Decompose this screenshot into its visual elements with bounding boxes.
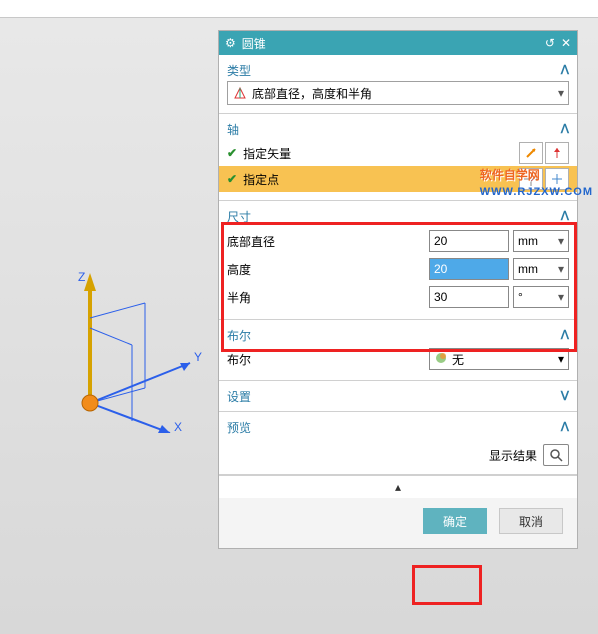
button-bar: 确定 取消 (219, 498, 577, 548)
section-dimensions: 尺寸 ᐱ 底部直径 mm▾ 高度 mm▾ 半角 °▾ (219, 201, 577, 320)
section-type: 类型 ᐱ 底部直径，高度和半角 ▾ (219, 55, 577, 114)
close-icon[interactable]: ✕ (561, 36, 571, 50)
show-result-button[interactable] (543, 444, 569, 466)
section-settings: 设置 ᐯ (219, 381, 577, 412)
bool-select[interactable]: 无 ▾ (429, 348, 569, 370)
cone-type-icon (232, 86, 248, 100)
cone-dialog: ⚙ 圆锥 ↺ ✕ 类型 ᐱ 底部直径，高度和半角 ▾ 轴 ᐱ ✔ 指定矢量 (218, 30, 578, 549)
axes-widget: X Y Z (40, 263, 220, 433)
vector-picker-button[interactable] (519, 142, 543, 164)
check-icon: ✔ (227, 146, 237, 160)
section-head-settings[interactable]: 设置 ᐯ (227, 385, 569, 407)
caret-up-icon: ᐱ (561, 122, 569, 136)
caret-down-icon: ᐯ (561, 389, 569, 403)
axis-x-label: X (174, 420, 182, 433)
ok-button[interactable]: 确定 (423, 508, 487, 534)
height-unit-select[interactable]: mm▾ (513, 258, 569, 280)
gear-icon: ⚙ (225, 36, 236, 50)
section-head-preview[interactable]: 预览 ᐱ (227, 416, 569, 438)
axis-y-label: Y (194, 350, 202, 364)
chevron-down-icon: ▾ (558, 86, 564, 100)
chevron-down-icon: ▾ (558, 352, 564, 366)
dim-row-height: 高度 mm▾ (227, 255, 569, 283)
point-picker-button[interactable] (519, 168, 543, 190)
cancel-button[interactable]: 取消 (499, 508, 563, 534)
none-icon (434, 351, 448, 368)
diameter-input[interactable] (429, 230, 509, 252)
dim-row-halfangle: 半角 °▾ (227, 283, 569, 311)
dim-row-diameter: 底部直径 mm▾ (227, 227, 569, 255)
axis-vector-row[interactable]: ✔ 指定矢量 (227, 140, 569, 166)
section-boolean: 布尔 ᐱ 布尔 无 ▾ (219, 320, 577, 381)
expand-footer[interactable]: ▴ (219, 475, 577, 498)
diameter-unit-select[interactable]: mm▾ (513, 230, 569, 252)
axis-z-label: Z (78, 270, 85, 284)
section-head-bool[interactable]: 布尔 ᐱ (227, 324, 569, 346)
section-preview: 预览 ᐱ 显示结果 (219, 412, 577, 475)
axis-point-row[interactable]: ✔ 指定点 (219, 166, 577, 192)
section-head-type[interactable]: 类型 ᐱ (227, 59, 569, 81)
vector-flip-button[interactable] (545, 142, 569, 164)
section-head-axis[interactable]: 轴 ᐱ (227, 118, 569, 140)
caret-up-icon: ᐱ (561, 63, 569, 77)
halfangle-unit-select[interactable]: °▾ (513, 286, 569, 308)
show-result-label: 显示结果 (489, 447, 537, 464)
app-topbar (0, 0, 598, 18)
type-dropdown[interactable]: 底部直径，高度和半角 ▾ (227, 81, 569, 105)
caret-up-icon: ᐱ (561, 209, 569, 223)
caret-up-icon: ᐱ (561, 420, 569, 434)
dialog-header[interactable]: ⚙ 圆锥 ↺ ✕ (219, 31, 577, 55)
check-icon: ✔ (227, 172, 237, 186)
bool-row: 布尔 无 ▾ (227, 346, 569, 372)
section-head-dim[interactable]: 尺寸 ᐱ (227, 205, 569, 227)
undock-icon[interactable]: ↺ (545, 36, 555, 50)
height-input[interactable] (429, 258, 509, 280)
chevron-down-icon: ▾ (558, 262, 564, 276)
caret-up-icon: ᐱ (561, 328, 569, 342)
point-dialog-button[interactable] (545, 168, 569, 190)
chevron-down-icon: ▾ (558, 290, 564, 304)
chevron-down-icon: ▾ (558, 234, 564, 248)
section-axis: 轴 ᐱ ✔ 指定矢量 ✔ 指定点 (219, 114, 577, 201)
halfangle-input[interactable] (429, 286, 509, 308)
dialog-title: 圆锥 (242, 35, 539, 52)
